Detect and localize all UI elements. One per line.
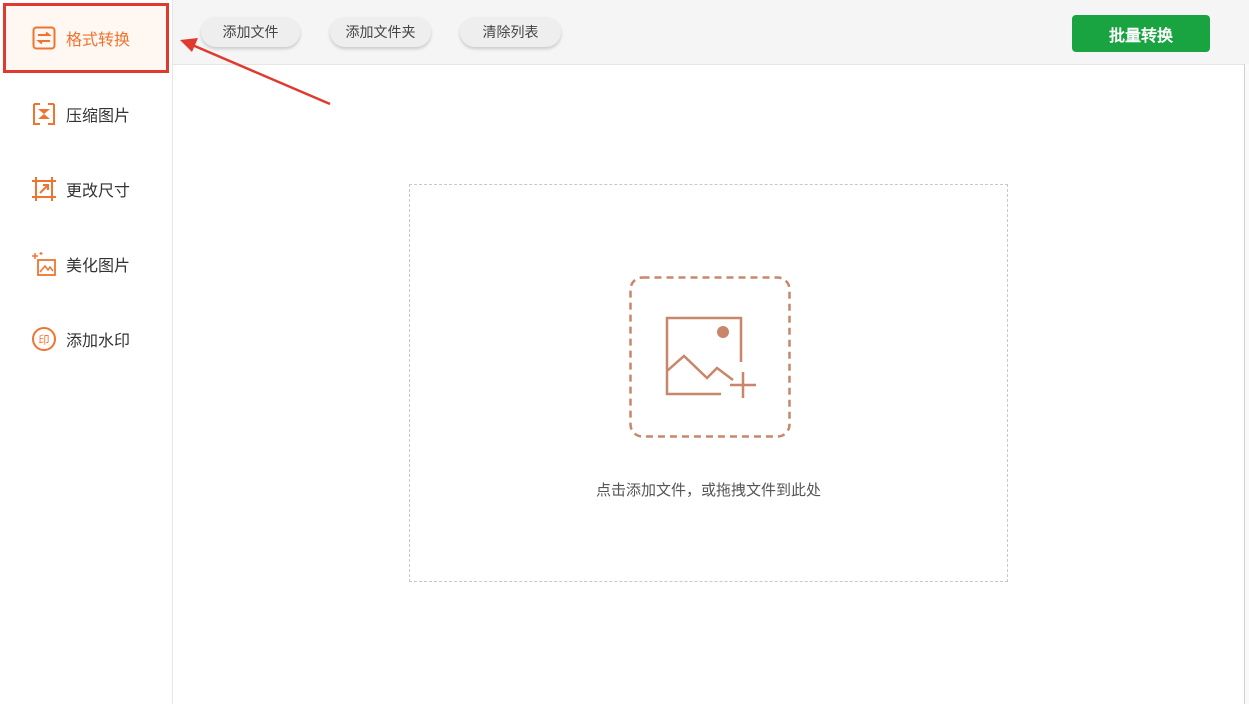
sidebar-item-label: 添加水印 [66, 331, 131, 350]
sidebar-item-label: 格式转换 [66, 30, 131, 49]
sidebar: 格式转换 压缩图片 更改尺寸 美化图片 印 添加水印 [0, 0, 173, 704]
annotation-arrow-icon [180, 38, 331, 106]
sidebar-item-label: 压缩图片 [66, 106, 131, 125]
add-folder-button[interactable]: 添加文件夹 [330, 17, 431, 47]
swap-arrows-icon [30, 24, 58, 52]
watermark-stamp-icon: 印 [30, 325, 58, 353]
drop-zone-hint: 点击添加文件，或拖拽文件到此处 [595, 481, 821, 499]
resize-icon [30, 175, 58, 203]
sidebar-item-compress-image[interactable]: 压缩图片 [6, 82, 166, 146]
right-scroll-edge [1244, 64, 1249, 704]
batch-convert-button[interactable]: 批量转换 [1072, 15, 1210, 52]
sidebar-item-format-convert[interactable]: 格式转换 [3, 3, 169, 73]
sidebar-item-beautify[interactable]: 美化图片 [6, 232, 166, 296]
add-image-icon [629, 276, 791, 438]
beautify-icon [30, 250, 58, 278]
clear-list-button[interactable]: 清除列表 [460, 17, 561, 47]
sidebar-item-label: 美化图片 [66, 256, 131, 275]
svg-text:印: 印 [39, 334, 50, 347]
drop-zone[interactable]: 点击添加文件，或拖拽文件到此处 [409, 184, 1008, 582]
sidebar-item-label: 更改尺寸 [66, 181, 131, 200]
sidebar-item-watermark[interactable]: 印 添加水印 [6, 307, 166, 371]
compress-icon [30, 100, 58, 128]
sidebar-item-resize[interactable]: 更改尺寸 [6, 157, 166, 221]
